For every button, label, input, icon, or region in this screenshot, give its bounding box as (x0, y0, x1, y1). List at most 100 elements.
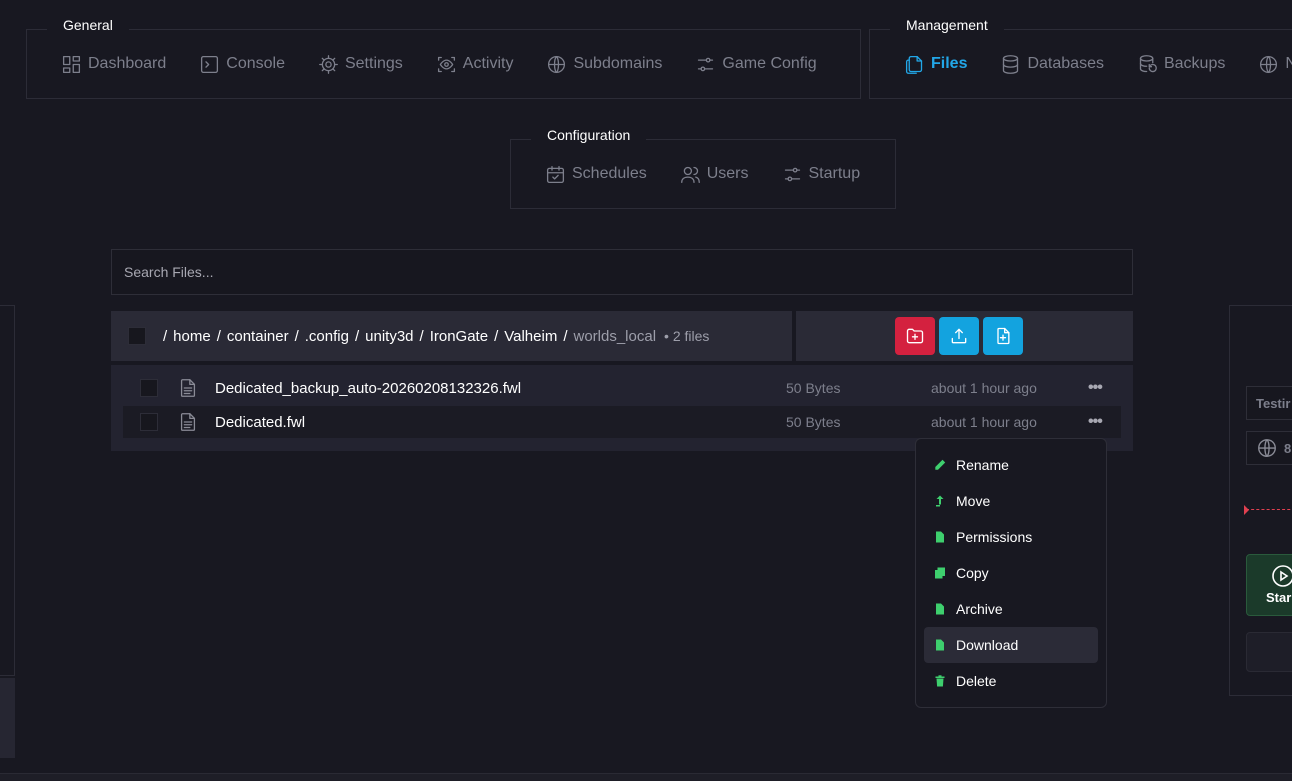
left-panel-edge (0, 305, 15, 676)
file-count: • 2 files (664, 328, 710, 344)
nav-item-label: Activity (462, 55, 514, 72)
files-icon (905, 55, 923, 74)
backups-icon (1139, 54, 1157, 72)
breadcrumb-separator: / (354, 327, 360, 345)
breadcrumb-segment[interactable]: container (227, 328, 289, 345)
sliders-icon (784, 167, 800, 181)
nav-item-console[interactable]: Console (199, 54, 285, 75)
file-plus-icon (997, 327, 1010, 345)
row-checkbox[interactable] (140, 379, 158, 397)
copy-icon (935, 567, 945, 579)
nav-item-network[interactable]: N (1258, 54, 1292, 75)
breadcrumb-separator: / (563, 327, 568, 345)
archive-icon (936, 603, 944, 615)
menu-item-delete[interactable]: Delete (924, 663, 1098, 699)
nav-item-databases[interactable]: Databases (1000, 54, 1104, 75)
breadcrumb-separator: / (163, 327, 168, 345)
nav-item-label: Dashboard (88, 55, 167, 72)
menu-item-move[interactable]: Move (924, 483, 1098, 519)
new-file-button[interactable] (983, 317, 1023, 355)
menu-item-archive[interactable]: Archive (924, 591, 1098, 627)
nav-item-label: Subdomains (573, 55, 663, 72)
menu-item-download[interactable]: Download (924, 627, 1098, 663)
file-size: 50 Bytes (786, 414, 841, 430)
database-icon (1003, 54, 1019, 74)
nav-item-activity[interactable]: Activity (436, 54, 514, 75)
breadcrumb-segment[interactable]: unity3d (365, 328, 413, 345)
menu-item-permissions[interactable]: Permissions (924, 519, 1098, 555)
table-row[interactable]: Dedicated_backup_auto-20260208132326.fwl… (123, 372, 1121, 404)
nav-item-game-config[interactable]: Game Config (695, 54, 817, 75)
menu-item-label: Rename (956, 457, 1009, 473)
nav-item-dashboard[interactable]: Dashboard (61, 54, 166, 75)
menu-item-label: Archive (956, 601, 1003, 617)
file-name[interactable]: Dedicated_backup_auto-20260208132326.fwl (215, 380, 521, 397)
console-icon (201, 55, 219, 73)
nav-group-configuration: Configuration Schedules Users Startup (510, 121, 896, 209)
start-button[interactable]: Star (1246, 554, 1292, 616)
nav-item-label: Users (706, 165, 749, 182)
breadcrumb-segment[interactable]: home (173, 328, 211, 345)
globe-icon (1258, 439, 1276, 457)
gear-icon (319, 54, 338, 74)
breadcrumb-separator: / (494, 327, 499, 345)
nav-item-label: Settings (344, 55, 403, 72)
select-all-checkbox[interactable] (128, 327, 146, 345)
file-modified: about 1 hour ago (931, 380, 1037, 396)
move-arrow-icon (936, 495, 944, 507)
server-name-value: Testir (1256, 395, 1291, 411)
menu-item-label: Delete (956, 673, 997, 689)
nav-item-backups[interactable]: Backups (1137, 54, 1225, 75)
breadcrumb-separator: / (216, 327, 221, 345)
left-panel-block (0, 678, 15, 758)
nav-group-title: General (47, 11, 129, 39)
row-checkbox[interactable] (140, 413, 158, 431)
nav-item-label: Game Config (722, 55, 817, 72)
calendar-icon (546, 165, 565, 183)
nav-item-label: Startup (808, 165, 861, 182)
nav-item-label: Backups (1163, 55, 1226, 72)
search-files-input[interactable] (111, 249, 1133, 295)
upload-button[interactable] (939, 317, 979, 355)
pencil-icon (935, 459, 946, 470)
secondary-button[interactable] (1246, 632, 1292, 672)
server-address-field[interactable]: 8 (1246, 431, 1292, 465)
nav-item-schedules[interactable]: Schedules (545, 164, 647, 185)
menu-item-rename[interactable]: Rename (924, 447, 1098, 483)
footer-bar (0, 773, 1292, 781)
users-icon (680, 166, 700, 183)
file-name[interactable]: Dedicated.fwl (215, 414, 305, 431)
nav-group-general: General Dashboard Console Settings Activ… (26, 11, 861, 99)
sliders-icon (698, 57, 714, 71)
nav-group-management: Management Files Databases Backups N (869, 11, 1292, 99)
chart-dashed-line (1246, 509, 1292, 510)
nav-item-label: Databases (1027, 55, 1104, 72)
menu-item-label: Copy (956, 565, 989, 581)
nav-item-files[interactable]: Files (904, 54, 967, 75)
new-folder-button[interactable] (895, 317, 935, 355)
menu-item-label: Download (956, 637, 1019, 653)
more-options-button[interactable]: ••• (1088, 413, 1103, 431)
menu-item-label: Permissions (956, 529, 1033, 545)
nav-item-label: Console (226, 55, 285, 72)
nav-item-label: N (1285, 55, 1292, 72)
breadcrumb-segment[interactable]: Valheim (504, 328, 557, 345)
folder-plus-icon (906, 328, 924, 344)
nav-item-label: Schedules (572, 165, 647, 182)
nav-item-users[interactable]: Users (680, 164, 749, 185)
file-permissions-icon (936, 531, 944, 543)
server-name-input[interactable]: Testir (1246, 386, 1292, 420)
download-icon (936, 639, 944, 651)
menu-item-copy[interactable]: Copy (924, 555, 1098, 591)
table-row[interactable]: Dedicated.fwl 50 Bytes about 1 hour ago … (123, 406, 1121, 438)
breadcrumb-segment[interactable]: IronGate (430, 328, 488, 345)
nav-item-subdomains[interactable]: Subdomains (546, 54, 662, 75)
nav-group-title: Configuration (531, 121, 647, 149)
more-options-button[interactable]: ••• (1088, 379, 1103, 397)
nav-item-settings[interactable]: Settings (318, 54, 403, 75)
nav-item-label: Files (931, 55, 968, 72)
play-circle-icon (1272, 565, 1292, 587)
dashboard-icon (62, 55, 81, 73)
nav-item-startup[interactable]: Startup (782, 164, 861, 185)
breadcrumb-segment[interactable]: .config (305, 328, 349, 345)
